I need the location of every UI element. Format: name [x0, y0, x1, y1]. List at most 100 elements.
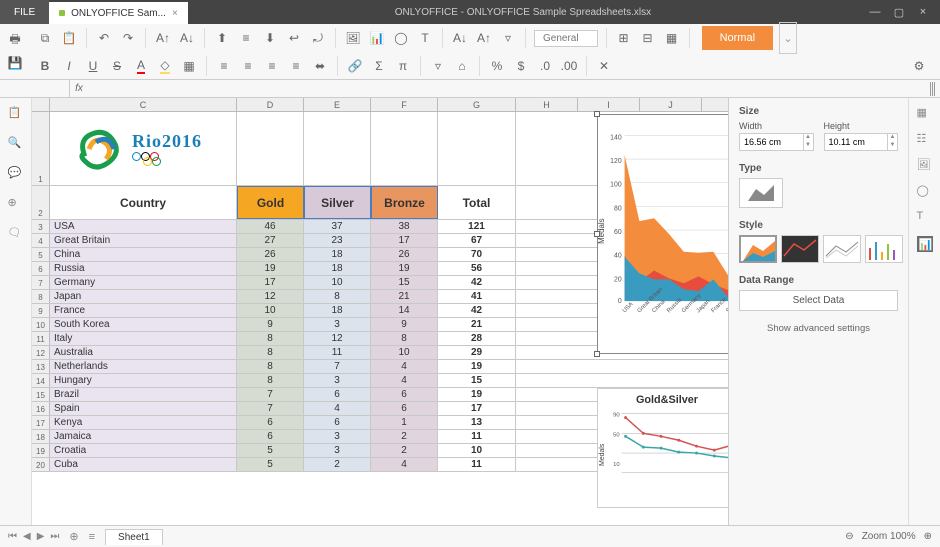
sort-desc-icon[interactable]: A↑ — [475, 29, 493, 47]
row-header[interactable]: 19 — [32, 444, 50, 457]
number-format-select[interactable]: General — [534, 30, 598, 47]
row-header[interactable]: 13 — [32, 360, 50, 373]
bronze-cell[interactable]: 38 — [371, 220, 438, 233]
gold-cell[interactable]: 27 — [237, 234, 304, 247]
hyperlink-icon[interactable]: 🔗 — [346, 57, 364, 75]
table-settings-icon[interactable]: ☷ — [917, 132, 933, 148]
equation-icon[interactable]: π — [394, 57, 412, 75]
sheet-tab[interactable]: Sheet1 — [105, 529, 163, 545]
total-cell[interactable]: 42 — [438, 304, 516, 317]
gold-cell[interactable]: 5 — [237, 444, 304, 457]
file-menu[interactable]: FILE — [0, 0, 49, 24]
bronze-cell[interactable]: 19 — [371, 262, 438, 275]
first-sheet-icon[interactable]: ⏮ — [8, 531, 17, 542]
redo-icon[interactable]: ↷ — [119, 29, 137, 47]
row-header[interactable]: 20 — [32, 458, 50, 471]
shape-settings-icon[interactable]: ◯ — [917, 184, 933, 200]
cell-settings-icon[interactable]: ▦ — [917, 106, 933, 122]
align-right-icon[interactable]: ≡ — [263, 57, 281, 75]
insert-text-icon[interactable]: T — [416, 29, 434, 47]
total-cell[interactable]: 13 — [438, 416, 516, 429]
gold-cell[interactable]: 8 — [237, 332, 304, 345]
image-settings-icon[interactable]: 🖼 — [917, 158, 933, 174]
total-cell[interactable]: 15 — [438, 374, 516, 387]
total-cell[interactable]: 29 — [438, 346, 516, 359]
align-top-icon[interactable]: ⬆ — [213, 29, 231, 47]
country-cell[interactable]: Spain — [50, 402, 237, 415]
sort-asc-icon[interactable]: A↓ — [451, 29, 469, 47]
font-color-icon[interactable]: A — [132, 57, 150, 75]
silver-cell[interactable]: 3 — [304, 318, 371, 331]
row-header[interactable]: 15 — [32, 388, 50, 401]
prev-sheet-icon[interactable]: ◀ — [23, 531, 31, 542]
header-bronze[interactable]: Bronze — [371, 186, 438, 219]
fill-color-icon[interactable]: ◇ — [156, 57, 174, 75]
row-header[interactable]: 14 — [32, 374, 50, 387]
total-cell[interactable]: 56 — [438, 262, 516, 275]
bronze-cell[interactable]: 14 — [371, 304, 438, 317]
silver-cell[interactable]: 11 — [304, 346, 371, 359]
country-cell[interactable]: Germany — [50, 276, 237, 289]
row-header[interactable]: 1 — [32, 112, 50, 185]
total-cell[interactable]: 42 — [438, 276, 516, 289]
font-larger-icon[interactable]: A↑ — [154, 29, 172, 47]
header-total[interactable]: Total — [438, 186, 516, 219]
align-center-icon[interactable]: ≡ — [239, 57, 257, 75]
gold-cell[interactable]: 6 — [237, 430, 304, 443]
col-header[interactable]: H — [516, 98, 578, 111]
row-header[interactable]: 16 — [32, 402, 50, 415]
sheet-list-icon[interactable]: ≡ — [89, 531, 95, 543]
country-cell[interactable]: Netherlands — [50, 360, 237, 373]
decimal-dec-icon[interactable]: .0 — [536, 57, 554, 75]
total-cell[interactable]: 28 — [438, 332, 516, 345]
height-input[interactable]: ▲▼ — [824, 133, 899, 151]
silver-cell[interactable]: 4 — [304, 402, 371, 415]
named-range-icon[interactable]: ⌂ — [453, 57, 471, 75]
gold-cell[interactable]: 12 — [237, 290, 304, 303]
gold-cell[interactable]: 10 — [237, 304, 304, 317]
gold-cell[interactable]: 8 — [237, 374, 304, 387]
insert-image-icon[interactable]: 🖼 — [344, 29, 362, 47]
row-header[interactable]: 10 — [32, 318, 50, 331]
silver-cell[interactable]: 18 — [304, 304, 371, 317]
chart-style-option[interactable] — [823, 235, 861, 263]
col-header[interactable]: C — [50, 98, 237, 111]
decimal-inc-icon[interactable]: .00 — [560, 57, 578, 75]
rotate-icon[interactable]: ⤾ — [309, 29, 327, 47]
silver-cell[interactable]: 18 — [304, 248, 371, 261]
total-cell[interactable]: 70 — [438, 248, 516, 261]
close-tab-icon[interactable]: × — [172, 8, 178, 19]
silver-cell[interactable]: 6 — [304, 388, 371, 401]
zoom-out-icon[interactable]: ⊖ — [845, 531, 853, 542]
gold-cell[interactable]: 19 — [237, 262, 304, 275]
col-header[interactable]: F — [371, 98, 438, 111]
area-chart[interactable]: Medals 140120100 806040 200 USA Gr — [597, 114, 728, 354]
bronze-cell[interactable]: 15 — [371, 276, 438, 289]
col-header[interactable]: I — [578, 98, 640, 111]
silver-cell[interactable]: 6 — [304, 416, 371, 429]
clear-icon[interactable]: ✕ — [595, 57, 613, 75]
country-cell[interactable]: Kenya — [50, 416, 237, 429]
silver-cell[interactable]: 10 — [304, 276, 371, 289]
wrap-icon[interactable]: ↩ — [285, 29, 303, 47]
row-header[interactable]: 11 — [32, 332, 50, 345]
silver-cell[interactable]: 7 — [304, 360, 371, 373]
italic-icon[interactable]: I — [60, 57, 78, 75]
currency-icon[interactable]: $ — [512, 57, 530, 75]
bronze-cell[interactable]: 21 — [371, 290, 438, 303]
settings-icon[interactable]: ⚙ — [910, 57, 928, 75]
search-panel-icon[interactable]: 🔍 — [8, 136, 24, 152]
chart-style-option[interactable] — [739, 235, 777, 263]
delete-cells-icon[interactable]: ⊟ — [639, 29, 657, 47]
maximize-icon[interactable]: ▢ — [892, 6, 906, 19]
borders-icon[interactable]: ▦ — [180, 57, 198, 75]
next-sheet-icon[interactable]: ▶ — [37, 531, 45, 542]
total-cell[interactable]: 21 — [438, 318, 516, 331]
country-cell[interactable]: China — [50, 248, 237, 261]
header-gold[interactable]: Gold — [237, 186, 304, 219]
select-all-corner[interactable] — [32, 98, 50, 111]
save-icon[interactable]: 💾 — [6, 54, 24, 72]
silver-cell[interactable]: 18 — [304, 262, 371, 275]
cell-style-dropdown[interactable]: ⌄ — [779, 22, 797, 54]
name-box[interactable] — [0, 80, 70, 97]
